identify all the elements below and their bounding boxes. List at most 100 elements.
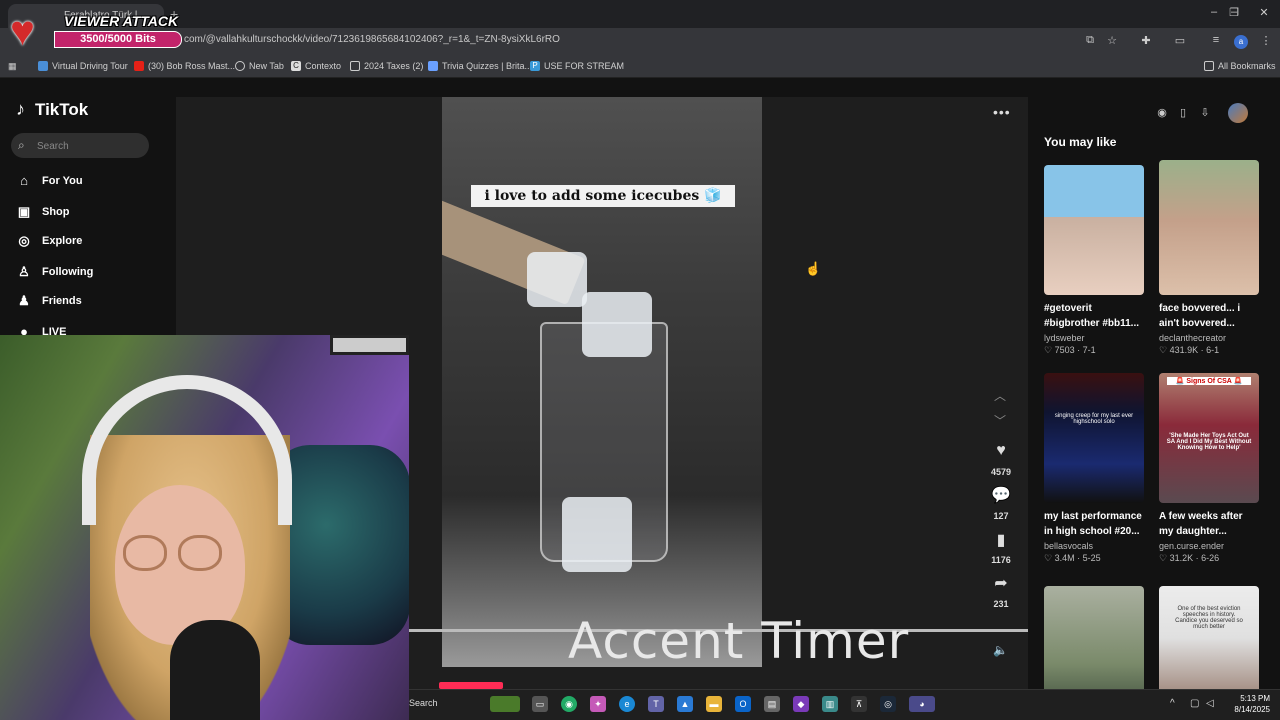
bookmark-bob-ross[interactable]: (30) Bob Ross Mast... [134, 61, 235, 71]
bookmark-use-for-stream[interactable]: P USE FOR STREAM [530, 61, 624, 71]
nav-label: Explore [42, 235, 83, 247]
tab-search-icon[interactable]: ▭ [1172, 34, 1188, 47]
all-bookmarks[interactable]: All Bookmarks [1204, 61, 1276, 71]
search-input[interactable] [11, 133, 149, 158]
bookmark-contexto[interactable]: C Contexto [291, 61, 341, 71]
recommended-card[interactable]: singing creep for my last ever highschoo… [1044, 373, 1144, 564]
recommended-card[interactable] [1044, 586, 1144, 689]
bookmark-new-tab[interactable]: New Tab [235, 61, 284, 71]
thumbnail-text: singing creep for my last ever highschoo… [1054, 413, 1134, 425]
nav-label: Friends [42, 295, 82, 307]
thumbnail-text: 🚨 Signs Of CSA 🚨 [1167, 377, 1251, 385]
like-icon[interactable]: ♥ [991, 442, 1011, 460]
copilot-icon[interactable]: ✦ [590, 696, 606, 712]
store-icon[interactable]: ▤ [764, 696, 780, 712]
minimize-icon[interactable]: – [1204, 6, 1224, 18]
bookmark-label: USE FOR STREAM [544, 61, 625, 71]
card-author: bellasvocals [1044, 541, 1094, 551]
apps-grid-icon[interactable]: ▦ [8, 61, 17, 72]
globe-icon [38, 61, 48, 71]
ice-cube [527, 252, 587, 307]
recommended-card[interactable]: #getoverit #bigbrother #bb11... lydswebe… [1044, 165, 1144, 356]
card-title: face bovvered... i ain't bovvered... [1159, 303, 1241, 329]
nav-friends[interactable]: ♟ Friends [16, 293, 82, 309]
nav-shop[interactable]: ▣ Shop [16, 204, 70, 220]
search-placeholder: Search [37, 141, 69, 152]
maximize-button[interactable]: ❐ [1224, 6, 1244, 19]
clock-time[interactable]: 5:13 PM [1230, 694, 1270, 703]
recommended-card[interactable]: face bovvered... i ain't bovvered... dec… [1159, 160, 1259, 356]
network-icon[interactable]: ▢ [1190, 698, 1199, 709]
file-explorer-icon[interactable]: ▬ [706, 696, 722, 712]
save-count: 1176 [991, 555, 1011, 565]
card-title: #getoverit #bigbrother #bb11... [1044, 303, 1140, 329]
speaker-icon[interactable]: ◁ [1206, 698, 1214, 709]
previous-video-icon[interactable]: ︿ [994, 387, 1006, 404]
picture-frame [330, 335, 409, 355]
comment-icon[interactable]: 💬 [991, 485, 1011, 505]
more-options-icon[interactable]: ••• [993, 104, 1011, 120]
app-icon[interactable]: ▥ [822, 696, 838, 712]
install-app-icon[interactable]: ⧉ [1082, 34, 1098, 47]
reading-list-icon[interactable]: ≡ [1208, 34, 1224, 46]
photos-icon[interactable]: ▲ [677, 696, 693, 712]
tiktok-logo[interactable]: TikTok [35, 100, 88, 120]
card-author: declanthecreator [1159, 333, 1227, 343]
next-video-icon[interactable]: ﹀ [994, 412, 1006, 429]
bookmark-label: New Tab [249, 61, 284, 71]
chrome-icon [235, 61, 245, 71]
card-thumbnail [1044, 586, 1144, 689]
share-icon[interactable]: ➦ [991, 573, 1011, 593]
nav-following[interactable]: ♙ Following [16, 264, 93, 280]
glasses-lens [178, 535, 222, 571]
glasses-lens [123, 535, 167, 571]
download-icon[interactable]: ⇩ [1198, 106, 1212, 119]
video-frame[interactable] [442, 97, 762, 667]
extensions-icon[interactable]: ✚ [1138, 34, 1154, 47]
bookmark-label: 2024 Taxes (2) [364, 61, 424, 71]
card-stats: ♡ 431.9K · 6-1 [1159, 345, 1220, 355]
menu-kebab-icon[interactable]: ⋮ [1258, 34, 1274, 47]
recommended-card[interactable]: 🚨 Signs Of CSA 🚨 'She Made Her Toys Act … [1159, 373, 1259, 564]
bookmark-icon[interactable]: ▮ [991, 530, 1011, 550]
chevron-up-icon[interactable]: ^ [1170, 698, 1175, 709]
bookmark-star-icon[interactable]: ☆ [1104, 34, 1120, 47]
card-title: A few weeks after my daughter... [1159, 511, 1243, 537]
shop-icon: ▣ [17, 204, 31, 219]
bookmark-2024-taxes[interactable]: 2024 Taxes (2) [350, 61, 423, 71]
phone-icon[interactable]: ▯ [1176, 106, 1190, 119]
taskbar-search[interactable]: Search [409, 698, 438, 708]
task-view-icon[interactable]: ▭ [532, 696, 548, 712]
outlook-icon[interactable]: O [735, 696, 751, 712]
teams-icon[interactable]: T [648, 696, 664, 712]
nav-explore[interactable]: ◎ Explore [16, 233, 82, 249]
clock-date[interactable]: 8/14/2025 [1230, 705, 1270, 714]
close-window-button[interactable]: ✕ [1254, 6, 1274, 19]
card-thumbnail: 🚨 Signs Of CSA 🚨 'She Made Her Toys Act … [1159, 373, 1259, 503]
profile-avatar[interactable]: a [1234, 35, 1248, 49]
card-thumbnail [1159, 160, 1259, 295]
steam-icon[interactable]: ◎ [880, 696, 896, 712]
bookmark-virtual-driving-tour[interactable]: Virtual Driving Tour [38, 61, 128, 71]
m365-icon[interactable]: ◆ [793, 696, 809, 712]
nav-label: Following [42, 266, 94, 278]
autoscroll-icon[interactable]: ◉ [1155, 106, 1169, 119]
url-field[interactable]: com/@vallahkulturschockk/video/712361986… [184, 34, 560, 45]
card-thumbnail [1044, 165, 1144, 295]
chrome-taskbar-icon[interactable]: ◉ [561, 696, 577, 712]
recommended-card[interactable]: One of the best eviction speeches in his… [1159, 586, 1259, 689]
volume-icon[interactable]: 🔈 [993, 643, 1008, 657]
ice-cube [562, 497, 632, 572]
bits-progress-bar: 3500/5000 Bits [54, 31, 182, 48]
card-title: my last performance in high school #20..… [1044, 511, 1142, 537]
card-thumbnail: singing creep for my last ever highschoo… [1044, 373, 1144, 503]
user-avatar[interactable] [1228, 103, 1248, 123]
edge-icon[interactable]: e [619, 696, 635, 712]
tiktok-logo-icon[interactable]: ♪ [16, 99, 25, 120]
nav-for-you[interactable]: ⌂ For You [16, 173, 82, 188]
home-icon: ⌂ [20, 173, 28, 188]
bookmark-trivia-quizzes[interactable]: Trivia Quizzes | Brita... [428, 61, 532, 71]
app-icon[interactable]: ⊼ [851, 696, 867, 712]
comment-count: 127 [993, 511, 1009, 521]
discord-icon[interactable]: ◕ [909, 696, 935, 712]
